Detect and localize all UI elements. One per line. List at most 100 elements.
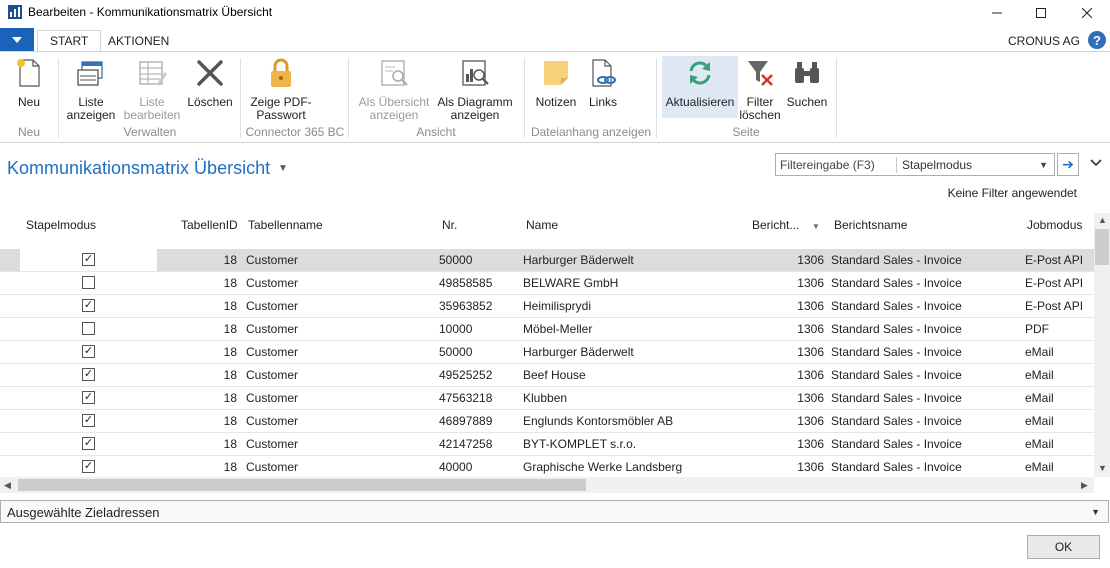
cell-name: Englunds Kontorsmöbler AB: [523, 414, 674, 428]
column-header-name[interactable]: Name: [526, 218, 558, 232]
ok-button[interactable]: OK: [1027, 535, 1100, 559]
close-button[interactable]: [1064, 0, 1110, 26]
show-pdf-password-button[interactable]: Zeige PDF-Passwort: [248, 56, 314, 122]
chevron-down-icon[interactable]: ▼: [1091, 507, 1100, 517]
clear-filter-button[interactable]: Filter löschen: [738, 56, 782, 122]
cell-report: 1306: [797, 437, 824, 451]
overview-icon: [378, 56, 410, 90]
filter-field-select[interactable]: Stapelmodus: [902, 158, 972, 172]
batch-checkbox[interactable]: ✓: [82, 460, 95, 473]
filter-status: Keine Filter angewendet: [947, 186, 1077, 200]
batch-checkbox[interactable]: ✓: [82, 368, 95, 381]
cell-report-name: Standard Sales - Invoice: [831, 322, 962, 336]
binoculars-icon: [791, 56, 823, 90]
batch-checkbox[interactable]: [82, 322, 95, 335]
maximize-button[interactable]: [1018, 0, 1064, 26]
table-row[interactable]: 18 Customer 49858585 BELWARE GmbH 1306 Standa…: [0, 272, 1094, 295]
cell-table-name: Customer: [246, 253, 299, 267]
new-button[interactable]: Neu: [14, 56, 44, 109]
delete-button[interactable]: Löschen: [186, 56, 234, 109]
column-header-job-mode[interactable]: Jobmodus: [1027, 218, 1082, 232]
group-separator: [524, 58, 525, 138]
cell-no: 35963852: [439, 299, 493, 313]
cell-table-name: Customer: [246, 437, 299, 451]
company-name[interactable]: CRONUS AG: [1008, 34, 1080, 48]
minimize-button[interactable]: [974, 0, 1020, 26]
cell-report-name: Standard Sales - Invoice: [831, 299, 962, 313]
sort-descending-icon[interactable]: ▼: [812, 222, 820, 231]
factbox-label: Ausgewählte Zieladressen: [7, 505, 160, 520]
group-separator: [58, 58, 59, 138]
column-header-batch[interactable]: Stapelmodus: [26, 218, 96, 232]
cell-report: 1306: [797, 299, 824, 313]
batch-checkbox[interactable]: ✓: [82, 391, 95, 404]
table-row[interactable]: ✓ 18 Customer 50000 Harburger Bäderwelt 1306 S…: [0, 249, 1094, 272]
refresh-button[interactable]: Aktualisieren: [662, 56, 738, 118]
batch-checkbox[interactable]: ✓: [82, 414, 95, 427]
vertical-scroll-thumb[interactable]: [1095, 229, 1109, 265]
table-row[interactable]: ✓ 18 Customer 49525252 Beef House 1306 Standar…: [0, 364, 1094, 387]
factbox-selected-addresses[interactable]: Ausgewählte Zieladressen ▼: [0, 500, 1109, 523]
group-label-connector: Connector 365 BC: [245, 125, 345, 139]
table-row[interactable]: ✓ 18 Customer 46897889 Englunds Kontorsmöble…: [0, 410, 1094, 433]
scroll-down-icon[interactable]: ▼: [1098, 463, 1107, 473]
table-row[interactable]: ✓ 18 Customer 47563218 Klubben 1306 Standard S…: [0, 387, 1094, 410]
apply-filter-arrow-icon[interactable]: ➔: [1057, 153, 1079, 176]
table-row[interactable]: ✓ 18 Customer 40000 Graphische Werke Landsbe…: [0, 456, 1094, 479]
list-view-icon: [75, 56, 107, 90]
column-header-no[interactable]: Nr.: [442, 218, 457, 232]
cell-report: 1306: [797, 391, 824, 405]
table-row[interactable]: 18 Customer 10000 Möbel-Meller 1306 Standard …: [0, 318, 1094, 341]
batch-cell: ✓: [20, 456, 157, 478]
column-header-table-id[interactable]: TabellenID: [181, 218, 238, 232]
cell-report: 1306: [797, 322, 824, 336]
ribbon: Neu Liste anzeigen Liste bearbeiten Lösc…: [0, 51, 1110, 143]
filter-input[interactable]: Filtereingabe (F3): [780, 158, 875, 172]
filter-divider: [896, 157, 897, 173]
group-separator: [836, 58, 837, 138]
scroll-right-icon[interactable]: ▶: [1081, 480, 1088, 491]
cell-name: BELWARE GmbH: [523, 276, 619, 290]
page-title: Kommunikationsmatrix Übersicht: [7, 158, 271, 178]
horizontal-scroll-thumb[interactable]: [18, 479, 586, 491]
help-icon[interactable]: ?: [1088, 31, 1106, 49]
edit-list-button[interactable]: Liste bearbeiten: [122, 56, 182, 122]
cell-table-name: Customer: [246, 299, 299, 313]
batch-cell: ✓: [20, 249, 157, 271]
table-row[interactable]: ✓ 18 Customer 35963852 Heimilisprydi 1306 Stan…: [0, 295, 1094, 318]
table-row[interactable]: ✓ 18 Customer 42147258 BYT-KOMPLET s.r.o. 130…: [0, 433, 1094, 456]
vertical-scrollbar[interactable]: ▲ ▼: [1094, 213, 1110, 477]
chevron-down-icon[interactable]: ▼: [278, 163, 288, 174]
caret-down-icon[interactable]: ▼: [1039, 160, 1048, 170]
chevron-down-icon[interactable]: [1090, 156, 1102, 170]
table-row[interactable]: ✓ 18 Customer 50000 Harburger Bäderwelt 1306 S…: [0, 341, 1094, 364]
column-header-report[interactable]: Bericht...: [752, 218, 799, 232]
application-menu-button[interactable]: [0, 28, 34, 51]
batch-checkbox[interactable]: ✓: [82, 299, 95, 312]
find-button[interactable]: Suchen: [786, 56, 828, 109]
tab-start[interactable]: START: [37, 30, 102, 52]
show-as-chart-button[interactable]: Als Diagramm anzeigen: [436, 56, 514, 122]
batch-checkbox[interactable]: [82, 276, 95, 289]
links-button[interactable]: Links: [586, 56, 620, 109]
scroll-left-icon[interactable]: ◀: [4, 480, 11, 491]
scroll-up-icon[interactable]: ▲: [1098, 215, 1107, 225]
horizontal-scrollbar[interactable]: ◀ ▶: [0, 477, 1094, 493]
column-header-report-name[interactable]: Berichtsname: [834, 218, 907, 232]
batch-cell: ✓: [20, 410, 157, 432]
show-as-overview-button[interactable]: Als Übersicht anzeigen: [356, 56, 432, 122]
batch-checkbox[interactable]: ✓: [82, 345, 95, 358]
cell-no: 49858585: [439, 276, 493, 290]
cell-table-id: 18: [223, 391, 237, 405]
edit-list-icon: [136, 56, 168, 90]
cell-no: 42147258: [439, 437, 493, 451]
tab-actions[interactable]: AKTIONEN: [96, 30, 181, 52]
show-list-button[interactable]: Liste anzeigen: [64, 56, 118, 122]
column-header-table-name[interactable]: Tabellenname: [248, 218, 323, 232]
batch-checkbox[interactable]: ✓: [82, 253, 95, 266]
cell-job-mode: E-Post API: [1025, 276, 1084, 290]
cell-job-mode: eMail: [1025, 460, 1054, 474]
notes-button[interactable]: Notizen: [534, 56, 578, 109]
cell-job-mode: PDF: [1025, 322, 1049, 336]
batch-checkbox[interactable]: ✓: [82, 437, 95, 450]
